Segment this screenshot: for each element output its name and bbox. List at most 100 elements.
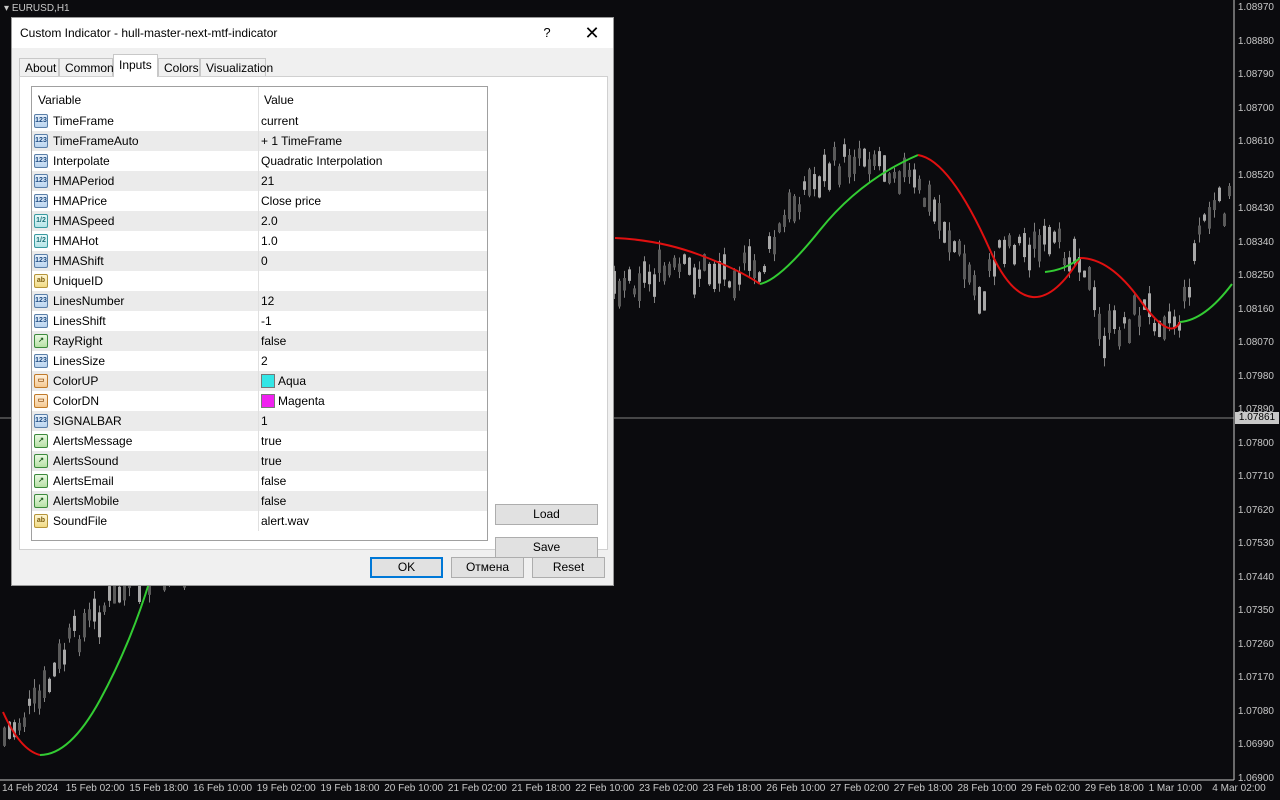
tab-common[interactable]: Common (59, 58, 114, 76)
variable-name: AlertsEmail (53, 474, 114, 488)
price-axis[interactable]: 1.08970 1.08880 1.08790 1.08700 1.08610 1.085… (1234, 0, 1280, 800)
input-row-colorup[interactable]: ▭ ColorUP Aqua (32, 371, 487, 391)
input-row-alertssound[interactable]: ↗ AlertsSound true (32, 451, 487, 471)
input-row-uniqueid[interactable]: ab UniqueID (32, 271, 487, 291)
price-tick-label: 1.07980 (1237, 370, 1274, 382)
price-tick-label: 1.08610 (1237, 136, 1274, 147)
candle-body (823, 154, 826, 182)
candle-body (663, 265, 666, 282)
candle-body (1118, 330, 1121, 347)
color-swatch[interactable] (261, 374, 275, 388)
variable-value[interactable]: Magenta (278, 394, 325, 408)
column-divider[interactable] (258, 87, 259, 111)
load-button[interactable]: Load (495, 504, 598, 525)
int-type-icon: 123 (34, 414, 48, 428)
candle-body (958, 240, 961, 255)
ok-button[interactable]: OK (370, 557, 443, 578)
variable-value[interactable]: current (261, 114, 298, 128)
input-row-hmahot[interactable]: 1/2 HMAHot 1.0 (32, 231, 487, 251)
candle-body (1088, 267, 1091, 290)
cancel-button[interactable]: Отмена (451, 557, 524, 578)
input-row-linesnumber[interactable]: 123 LinesNumber 12 (32, 291, 487, 311)
close-icon[interactable]: ✕ (577, 22, 607, 44)
input-row-alertsmessage[interactable]: ↗ AlertsMessage true (32, 431, 487, 451)
candle-body (738, 272, 741, 285)
str-type-icon: ab (34, 274, 48, 288)
input-row-rayright[interactable]: ↗ RayRight false (32, 331, 487, 351)
variable-value[interactable]: 1.0 (261, 234, 278, 248)
candle-body (863, 148, 866, 167)
variable-value[interactable]: 12 (261, 294, 274, 308)
time-tick-label: 19 Feb 02:00 (256, 783, 316, 794)
variable-value[interactable]: alert.wav (261, 514, 309, 528)
input-row-hmaperiod[interactable]: 123 HMAPeriod 21 (32, 171, 487, 191)
candle-body (28, 698, 31, 706)
variable-value[interactable]: 21 (261, 174, 274, 188)
input-row-hmashift[interactable]: 123 HMAShift 0 (32, 251, 487, 271)
time-tick-label: 23 Feb 02:00 (639, 783, 698, 794)
int-type-icon: 123 (34, 294, 48, 308)
variable-value[interactable]: Quadratic Interpolation (261, 154, 382, 168)
reset-button[interactable]: Reset (532, 557, 605, 578)
candle-body (1173, 316, 1176, 328)
candle-body (818, 176, 821, 198)
int-type-icon: 123 (34, 354, 48, 368)
tab-visualization[interactable]: Visualization (200, 58, 273, 76)
variable-value[interactable]: 0 (261, 254, 268, 268)
help-icon[interactable]: ? (532, 22, 562, 44)
candle-body (1103, 335, 1106, 359)
price-tick-label: 1.07710 (1237, 471, 1274, 482)
variable-value[interactable]: true (261, 434, 282, 448)
input-row-alertsmobile[interactable]: ↗ AlertsMobile false (32, 491, 487, 511)
chart-menu-triangle-icon[interactable]: ▾ (4, 3, 12, 14)
candle-body (718, 260, 721, 284)
column-header-value[interactable]: Value (264, 93, 294, 107)
candle-body (793, 196, 796, 222)
variable-value[interactable]: false (261, 334, 286, 348)
candle-body (1228, 185, 1231, 197)
tab-colors[interactable]: Colors (158, 58, 200, 76)
input-row-colordn[interactable]: ▭ ColorDN Magenta (32, 391, 487, 411)
variable-value[interactable]: + 1 TimeFrame (261, 134, 342, 148)
variable-value[interactable]: false (261, 474, 286, 488)
input-row-interpolate[interactable]: 123 Interpolate Quadratic Interpolation (32, 151, 487, 171)
variable-value[interactable]: 1 (261, 414, 268, 428)
bool-type-icon: ↗ (34, 434, 48, 448)
time-tick-label: 27 Feb 02:00 (830, 783, 890, 794)
dialog-titlebar[interactable]: Custom Indicator - hull-master-next-mtf-… (12, 18, 613, 48)
candle-body (858, 148, 861, 159)
input-row-alertsemail[interactable]: ↗ AlertsEmail false (32, 471, 487, 491)
price-tick-label: 1.08520 (1237, 169, 1274, 181)
variable-value[interactable]: -1 (261, 314, 272, 328)
time-tick-label: 27 Feb 18:00 (893, 783, 953, 794)
candle-body (928, 184, 931, 212)
input-row-linesshift[interactable]: 123 LinesShift -1 (32, 311, 487, 331)
input-row-hmaprice[interactable]: 123 HMAPrice Close price (32, 191, 487, 211)
variable-value[interactable]: Aqua (278, 374, 306, 388)
candle-body (3, 727, 6, 746)
price-tick-label: 1.08430 (1237, 203, 1274, 214)
variable-value[interactable]: 2.0 (261, 214, 278, 228)
inputs-grid[interactable]: Variable Value 123 TimeFrame current 123 Tim… (31, 86, 488, 541)
candle-body (953, 241, 956, 253)
variable-value[interactable]: Close price (261, 194, 321, 208)
tab-about[interactable]: About (19, 58, 59, 76)
save-button[interactable]: Save (495, 537, 598, 558)
candle-body (1213, 200, 1216, 211)
input-row-linessize[interactable]: 123 LinesSize 2 (32, 351, 487, 371)
variable-value[interactable]: false (261, 494, 286, 508)
input-row-signalbar[interactable]: 123 SIGNALBAR 1 (32, 411, 487, 431)
input-row-hmaspeed[interactable]: 1/2 HMASpeed 2.0 (32, 211, 487, 231)
variable-value[interactable]: true (261, 454, 282, 468)
column-header-variable[interactable]: Variable (38, 93, 81, 107)
variable-name: RayRight (53, 334, 103, 348)
tab-inputs[interactable]: Inputs (113, 54, 158, 77)
cell-divider (258, 511, 259, 531)
candle-body (973, 275, 976, 296)
color-swatch[interactable] (261, 394, 275, 408)
candle-body (668, 263, 671, 276)
input-row-timeframeauto[interactable]: 123 TimeFrameAuto + 1 TimeFrame (32, 131, 487, 151)
input-row-soundfile[interactable]: ab SoundFile alert.wav (32, 511, 487, 531)
input-row-timeframe[interactable]: 123 TimeFrame current (32, 111, 487, 131)
variable-value[interactable]: 2 (261, 354, 268, 368)
